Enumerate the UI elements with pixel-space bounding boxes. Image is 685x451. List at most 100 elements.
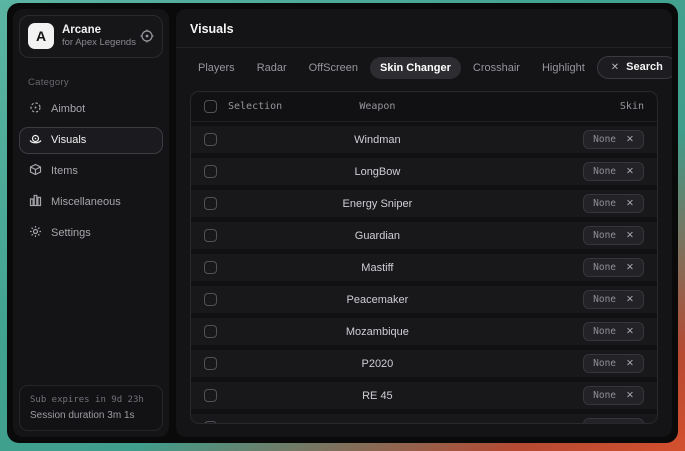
sidebar-item-label: Settings [51,227,91,239]
weapon-name: Energy Sniper [343,198,413,210]
table-row: Energy Sniper None ✕ [191,190,657,217]
app-info: Arcane for Apex Legends [62,23,132,50]
weapon-name: Mozambique [346,326,409,338]
skin-select[interactable]: None ✕ [583,418,644,424]
sidebar-item-visuals[interactable]: Visuals [19,127,163,154]
row-checkbox[interactable] [204,357,217,370]
tab-offscreen[interactable]: OffScreen [299,57,368,79]
clear-skin-icon[interactable]: ✕ [626,135,634,145]
row-checkbox[interactable] [204,133,217,146]
weapon-name: Changemaker [343,422,412,425]
sidebar-item-aimbot[interactable]: Aimbot [19,96,163,123]
row-checkbox[interactable] [204,421,217,424]
column-header-selection: Selection [228,101,282,112]
skin-changer-table: Selection Weapon Skin Windman None ✕ Lon… [190,91,658,424]
clear-skin-icon[interactable]: ✕ [626,327,634,337]
skin-select[interactable]: None ✕ [583,354,644,373]
sub-expiry-text: Sub expires in 9d 23h [30,393,152,408]
skin-value: None [593,198,616,209]
main-header: Visuals [176,9,672,48]
session-duration-text: Session duration 3m 1s [30,408,152,423]
table-row: Changemaker None ✕ [191,414,657,424]
columns-icon [29,194,42,210]
tab-crosshair[interactable]: Crosshair [463,57,530,79]
app-name: Arcane [62,23,132,37]
clear-skin-icon[interactable]: ✕ [626,263,634,273]
table-row: Windman None ✕ [191,126,657,153]
skin-select[interactable]: None ✕ [583,162,644,181]
weapon-name: P2020 [361,358,393,370]
app-subtitle: for Apex Legends [62,37,132,49]
table-body: Windman None ✕ LongBow None ✕ [191,122,657,424]
row-checkbox[interactable] [204,325,217,338]
row-checkbox[interactable] [204,389,217,402]
subscription-card: Sub expires in 9d 23h Session duration 3… [19,385,163,431]
weapon-name: Peacemaker [347,294,409,306]
search-icon: ✕ [611,63,619,73]
sidebar-item-settings[interactable]: Settings [19,220,163,247]
row-checkbox[interactable] [204,229,217,242]
sidebar-item-items[interactable]: Items [19,158,163,185]
tab-skin-changer[interactable]: Skin Changer [370,57,461,79]
skin-value: None [593,230,616,241]
table-row: P2020 None ✕ [191,350,657,377]
category-label: Category [28,77,169,88]
skin-select[interactable]: None ✕ [583,290,644,309]
skin-value: None [593,422,616,424]
clear-skin-icon[interactable]: ✕ [626,423,634,424]
select-all-checkbox[interactable] [204,100,217,113]
column-header-skin: Skin [620,101,644,112]
clear-skin-icon[interactable]: ✕ [626,231,634,241]
skin-value: None [593,166,616,177]
clear-skin-icon[interactable]: ✕ [626,391,634,401]
sidebar-spacer [13,249,169,379]
sidebar-item-miscellaneous[interactable]: Miscellaneous [19,189,163,216]
tab-players[interactable]: Players [188,57,245,79]
table-row: Peacemaker None ✕ [191,286,657,313]
app-window: A Arcane for Apex Legends Category Aimbo [7,3,678,443]
skin-value: None [593,326,616,337]
eye-icon [29,132,42,148]
column-header-weapon: Weapon [359,101,395,112]
weapon-name: Windman [354,134,400,146]
skin-select[interactable]: None ✕ [583,194,644,213]
skin-select[interactable]: None ✕ [583,386,644,405]
skin-select[interactable]: None ✕ [583,130,644,149]
sidebar-item-label: Miscellaneous [51,196,121,208]
tab-highlight[interactable]: Highlight [532,57,595,79]
clear-skin-icon[interactable]: ✕ [626,359,634,369]
search-button-label: Search [626,62,663,73]
row-checkbox[interactable] [204,261,217,274]
table-row: RE 45 None ✕ [191,382,657,409]
row-checkbox[interactable] [204,165,217,178]
row-checkbox[interactable] [204,197,217,210]
skin-select[interactable]: None ✕ [583,322,644,341]
sidebar-item-label: Visuals [51,134,86,146]
skin-value: None [593,358,616,369]
crosshair-icon [29,101,42,117]
row-checkbox[interactable] [204,293,217,306]
weapon-name: Mastiff [361,262,393,274]
skin-select[interactable]: None ✕ [583,226,644,245]
weapon-name: LongBow [354,166,400,178]
skin-select[interactable]: None ✕ [583,258,644,277]
skin-value: None [593,262,616,273]
skin-value: None [593,390,616,401]
clear-skin-icon[interactable]: ✕ [626,199,634,209]
clear-skin-icon[interactable]: ✕ [626,167,634,177]
app-header-card: A Arcane for Apex Legends [19,15,163,58]
main-panel: Visuals Players Radar OffScreen Skin Cha… [176,9,672,437]
sidebar-item-label: Aimbot [51,103,85,115]
tab-radar[interactable]: Radar [247,57,297,79]
sidebar: A Arcane for Apex Legends Category Aimbo [13,9,169,437]
sidebar-item-label: Items [51,165,78,177]
skin-value: None [593,134,616,145]
clear-skin-icon[interactable]: ✕ [626,295,634,305]
table-row: Mastiff None ✕ [191,254,657,281]
table-row: LongBow None ✕ [191,158,657,185]
weapon-name: Guardian [355,230,400,242]
weapon-name: RE 45 [362,390,393,402]
search-button[interactable]: ✕ Search [597,56,672,79]
target-icon[interactable] [140,29,154,43]
gear-icon [29,225,42,241]
